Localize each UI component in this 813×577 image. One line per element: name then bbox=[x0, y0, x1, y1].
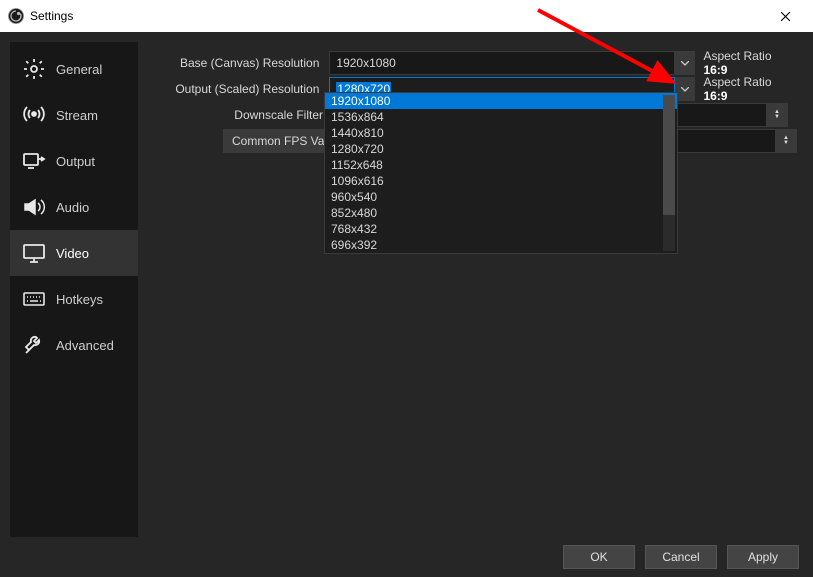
base-resolution-label: Base (Canvas) Resolution bbox=[138, 56, 329, 70]
downscale-filter-spin[interactable]: ▲▼ bbox=[767, 103, 788, 127]
dropdown-scrollbar-thumb[interactable] bbox=[663, 95, 675, 215]
sidebar: General Stream Output Audio Video Hotkey… bbox=[10, 42, 138, 537]
sidebar-item-label: Advanced bbox=[56, 338, 114, 353]
resolution-option[interactable]: 1280x720 bbox=[325, 141, 677, 157]
base-resolution-value: 1920x1080 bbox=[336, 56, 395, 70]
window-title: Settings bbox=[30, 9, 73, 23]
output-resolution-dropdown[interactable]: 1920x1080 1536x864 1440x810 1280x720 115… bbox=[324, 92, 678, 254]
resolution-option[interactable]: 696x392 bbox=[325, 237, 677, 253]
output-aspect-ratio: Aspect Ratio 16:9 bbox=[703, 75, 797, 103]
resolution-option[interactable]: 1536x864 bbox=[325, 109, 677, 125]
window-close-button[interactable] bbox=[765, 0, 805, 32]
downscale-filter-label: Downscale Filter bbox=[138, 108, 333, 122]
sidebar-item-label: Audio bbox=[56, 200, 89, 215]
broadcast-icon bbox=[22, 103, 46, 127]
sidebar-item-video[interactable]: Video bbox=[10, 230, 138, 276]
output-resolution-label: Output (Scaled) Resolution bbox=[138, 82, 329, 96]
sidebar-item-output[interactable]: Output bbox=[10, 138, 138, 184]
base-resolution-select[interactable]: 1920x1080 bbox=[329, 51, 674, 75]
sidebar-item-label: Output bbox=[56, 154, 95, 169]
base-aspect-ratio: Aspect Ratio 16:9 bbox=[703, 49, 797, 77]
ok-button[interactable]: OK bbox=[563, 545, 635, 569]
settings-dialog: General Stream Output Audio Video Hotkey… bbox=[0, 32, 813, 577]
sidebar-item-label: General bbox=[56, 62, 102, 77]
resolution-option[interactable]: 1440x810 bbox=[325, 125, 677, 141]
sidebar-item-label: Stream bbox=[56, 108, 98, 123]
monitor-icon bbox=[22, 241, 46, 265]
apply-button[interactable]: Apply bbox=[727, 545, 799, 569]
keyboard-icon bbox=[22, 287, 46, 311]
sidebar-item-general[interactable]: General bbox=[10, 46, 138, 92]
tools-icon bbox=[22, 333, 46, 357]
resolution-option[interactable]: 852x480 bbox=[325, 205, 677, 221]
speaker-icon bbox=[22, 195, 46, 219]
sidebar-item-advanced[interactable]: Advanced bbox=[10, 322, 138, 368]
resolution-option[interactable]: 1920x1080 bbox=[325, 93, 677, 109]
resolution-option[interactable]: 768x432 bbox=[325, 221, 677, 237]
sidebar-item-hotkeys[interactable]: Hotkeys bbox=[10, 276, 138, 322]
sidebar-item-stream[interactable]: Stream bbox=[10, 92, 138, 138]
sidebar-item-audio[interactable]: Audio bbox=[10, 184, 138, 230]
sidebar-item-label: Video bbox=[56, 246, 89, 261]
sidebar-item-label: Hotkeys bbox=[56, 292, 103, 307]
dialog-footer: OK Cancel Apply bbox=[0, 537, 813, 577]
resolution-option[interactable]: 960x540 bbox=[325, 189, 677, 205]
obs-logo-icon bbox=[8, 8, 24, 24]
base-resolution-dropdown-button[interactable] bbox=[675, 51, 696, 75]
gear-icon bbox=[22, 57, 46, 81]
content-pane: Base (Canvas) Resolution 1920x1080 Aspec… bbox=[138, 42, 803, 537]
cancel-button[interactable]: Cancel bbox=[645, 545, 717, 569]
resolution-option[interactable]: 1152x648 bbox=[325, 157, 677, 173]
output-icon bbox=[22, 149, 46, 173]
titlebar: Settings bbox=[0, 0, 813, 32]
resolution-option[interactable]: 1096x616 bbox=[325, 173, 677, 189]
fps-value-spin[interactable]: ▲▼ bbox=[776, 129, 797, 153]
